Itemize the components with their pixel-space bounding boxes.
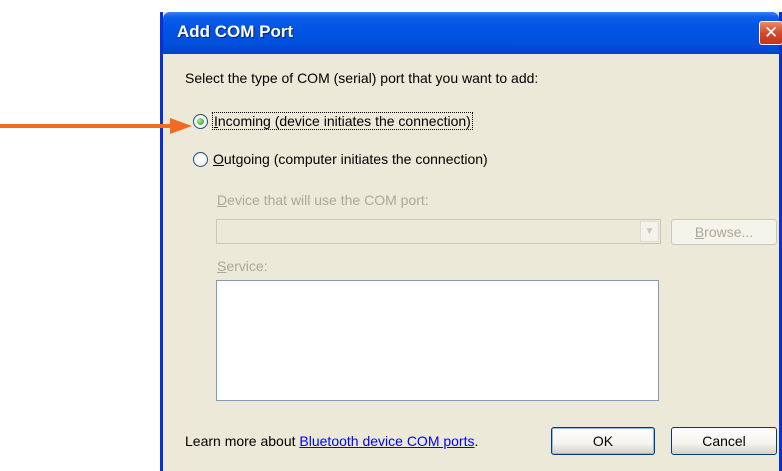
cancel-button[interactable]: Cancel [671, 427, 777, 455]
chevron-down-icon[interactable]: ▼ [640, 221, 659, 242]
incoming-radio-button[interactable] [193, 113, 208, 129]
learn-more-text: Learn more about Bluetooth device COM po… [185, 433, 479, 449]
incoming-radio-label[interactable]: Incoming (device initiates the connectio… [212, 112, 473, 130]
add-com-port-dialog: Add COM Port ✕ Select the type of COM (s… [160, 12, 782, 471]
device-label: Device that will use the COM port: [217, 192, 429, 208]
service-label: Service: [217, 258, 268, 274]
service-list[interactable] [216, 280, 659, 401]
outgoing-label-text: utgoing (computer initiates the connecti… [223, 151, 488, 167]
incoming-label-text: ncoming (device initiates the connection… [217, 113, 471, 129]
close-button[interactable]: ✕ [759, 21, 782, 45]
port-type-prompt: Select the type of COM (serial) port tha… [185, 70, 539, 86]
ok-button[interactable]: OK [551, 427, 655, 455]
outgoing-radio-button[interactable] [193, 151, 208, 167]
dialog-title: Add COM Port [177, 22, 294, 41]
outgoing-hotkey: O [213, 151, 224, 167]
browse-button[interactable]: Browse... [671, 219, 777, 245]
bluetooth-com-ports-link[interactable]: Bluetooth device COM ports [299, 433, 474, 449]
close-icon: ✕ [764, 23, 779, 42]
outgoing-radio-option[interactable]: Outgoing (computer initiates the connect… [193, 151, 488, 167]
incoming-radio-option[interactable]: Incoming (device initiates the connectio… [193, 112, 473, 130]
title-bar[interactable]: Add COM Port ✕ [163, 12, 782, 54]
device-combobox[interactable]: ▼ [216, 219, 661, 244]
outgoing-radio-label[interactable]: Outgoing (computer initiates the connect… [213, 151, 488, 167]
radio-selected-dot [197, 117, 204, 125]
arrow-right-icon [0, 118, 192, 134]
